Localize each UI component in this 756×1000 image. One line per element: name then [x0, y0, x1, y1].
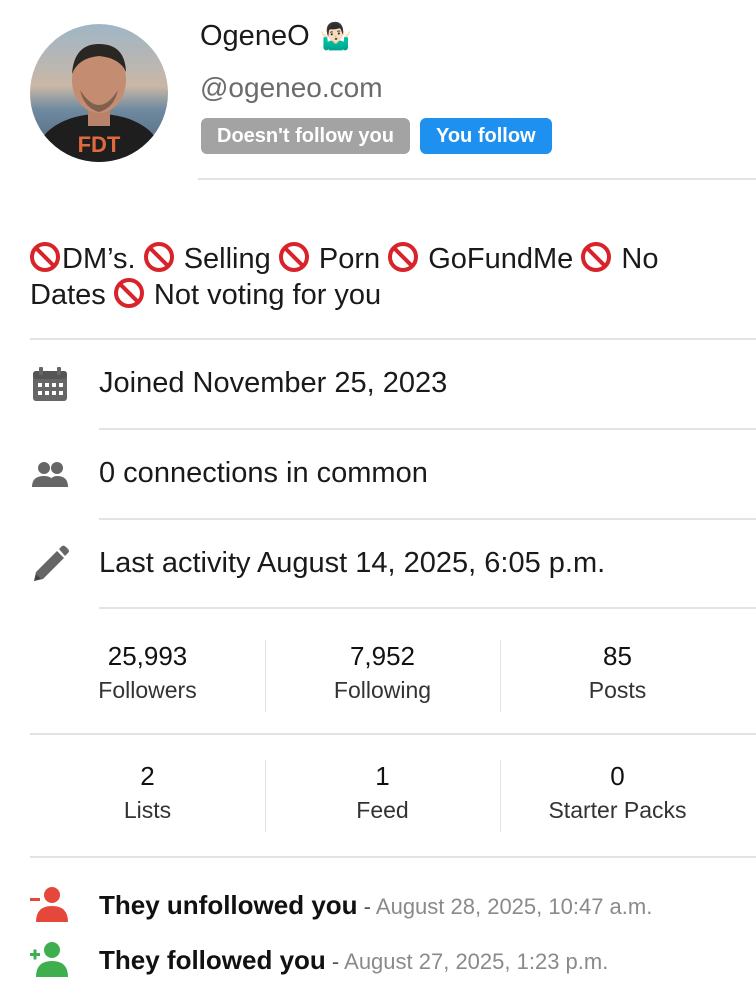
bio: DM’s. Selling Porn GoFundMe No Dates Not…: [30, 241, 730, 313]
you-follow-badge[interactable]: You follow: [419, 118, 552, 154]
prohibited-icon: [113, 278, 144, 308]
display-name: OgeneO: [200, 20, 310, 52]
stat-following[interactable]: 7,952 Following: [265, 640, 500, 724]
doesnt-follow-badge: Doesn't follow you: [201, 118, 410, 154]
activity-separator: -: [325, 949, 345, 974]
activity-title: They followed you: [99, 945, 326, 975]
connections-row: 0 connections in common: [0, 445, 756, 505]
stat-label: Posts: [588, 677, 647, 703]
divider: [30, 733, 756, 735]
stat-followers[interactable]: 25,993 Followers: [30, 640, 265, 724]
last-activity: Last activity August 14, 2025, 6:05 p.m.: [99, 547, 606, 579]
prohibited-icon: [30, 242, 60, 272]
bio-segment: GoFundMe: [420, 243, 582, 275]
stat-label: Feed: [356, 797, 409, 823]
activity-item: They unfollowed you - August 28, 2025, 1…: [0, 884, 756, 928]
activity-separator: -: [357, 894, 376, 919]
stats-row-secondary: 2 Lists 1 Feed 0 Starter Packs: [30, 760, 735, 844]
handle[interactable]: @ogeneo.com: [200, 72, 383, 104]
header-divider: [198, 178, 756, 180]
stat-posts[interactable]: 85 Posts: [500, 640, 735, 724]
prohibited-icon: [143, 242, 174, 272]
stat-label: Lists: [123, 797, 172, 823]
activity-title: They unfollowed you: [99, 890, 358, 920]
people-icon: [32, 462, 68, 487]
joined-row: Joined November 25, 2023: [0, 355, 756, 415]
follow-badges: Doesn't follow you You follow: [201, 118, 552, 154]
stats-row-primary: 25,993 Followers 7,952 Following 85 Post…: [30, 640, 735, 724]
calendar-icon: [33, 367, 67, 401]
last-activity-row: Last activity August 14, 2025, 6:05 p.m.: [0, 535, 756, 595]
name-row: OgeneO 🤷🏻‍♂️: [200, 20, 352, 53]
stat-feed[interactable]: 1 Feed: [265, 760, 500, 844]
joined-date: Joined November 25, 2023: [99, 367, 448, 399]
stat-starter-packs[interactable]: 0 Starter Packs: [500, 760, 735, 844]
profile-header: FDT OgeneO 🤷🏻‍♂️ @ogeneo.com Doesn't fol…: [0, 0, 756, 180]
stat-label: Starter Packs: [548, 797, 687, 823]
stat-value: 7,952: [349, 641, 416, 671]
prohibited-icon: [278, 242, 309, 272]
divider: [30, 338, 756, 340]
pencil-icon: [34, 545, 69, 581]
stat-value: 2: [140, 761, 155, 791]
avatar-photo: FDT: [30, 24, 168, 162]
bio-segment: Selling: [175, 243, 279, 275]
shrug-emoji-icon: 🤷🏻‍♂️: [319, 21, 353, 52]
bio-segment: Porn: [310, 243, 389, 275]
connections-in-common[interactable]: 0 connections in common: [99, 457, 428, 490]
avatar[interactable]: FDT: [30, 24, 168, 162]
divider: [30, 856, 756, 858]
stat-value: 25,993: [107, 641, 188, 671]
activity-item: They followed you - August 27, 2025, 1:2…: [0, 939, 756, 983]
stat-label: Followers: [98, 677, 197, 703]
user-minus-icon: [30, 887, 68, 922]
avatar-shirt-text: FDT: [78, 132, 121, 157]
bio-segment: Not voting for you: [145, 279, 382, 311]
activity-date: August 27, 2025, 1:23 p.m.: [344, 949, 609, 974]
stat-value: 1: [375, 761, 390, 791]
divider: [99, 518, 756, 520]
prohibited-icon: [581, 242, 612, 272]
user-plus-icon: [30, 942, 68, 977]
prohibited-icon: [388, 242, 419, 272]
stat-value: 0: [610, 761, 625, 791]
divider: [99, 428, 756, 430]
stat-value: 85: [603, 641, 632, 671]
bio-segment: DM’s.: [62, 243, 144, 275]
activity-date: August 28, 2025, 10:47 a.m.: [375, 894, 653, 919]
stat-lists[interactable]: 2 Lists: [30, 760, 265, 844]
divider: [99, 607, 756, 609]
stat-label: Following: [333, 677, 432, 703]
